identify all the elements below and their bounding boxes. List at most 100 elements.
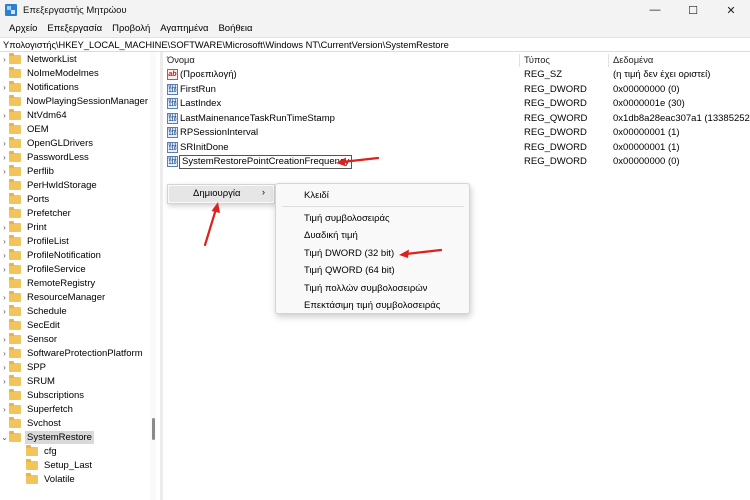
value-row[interactable]: ab (Προεπιλογή) REG_SZ (η τιμή δεν έχει ορι…: [163, 68, 750, 82]
tree-item-label: Svchost: [27, 417, 61, 429]
maximize-button[interactable]: ☐: [674, 0, 712, 20]
tree-item[interactable]: › SRUM: [0, 374, 150, 388]
submenu-qword-value[interactable]: Τιμή QWORD (64 bit): [304, 265, 395, 276]
expand-chevron-icon[interactable]: ›: [0, 139, 9, 148]
tree-item[interactable]: RemoteRegistry: [0, 276, 150, 290]
tree-item[interactable]: › Print: [0, 220, 150, 234]
menu-view[interactable]: Προβολή: [107, 23, 155, 34]
context-menu-new[interactable]: Δημιουργία ›: [169, 186, 273, 202]
value-row[interactable]: 011 110 SystemRestorePointCreationFrequen…: [163, 155, 750, 169]
tree-item-label: SoftwareProtectionPlatform: [27, 347, 143, 359]
tree-item[interactable]: Svchost: [0, 416, 150, 430]
menu-file[interactable]: Αρχείο: [4, 23, 42, 34]
submenu-multi-string-value[interactable]: Τιμή πολλών συμβολοσειρών: [304, 283, 427, 294]
expand-chevron-icon[interactable]: ›: [0, 307, 9, 316]
submenu-string-value[interactable]: Τιμή συμβολοσειράς: [304, 213, 390, 224]
tree-item[interactable]: › ProfileService: [0, 262, 150, 276]
tree-item[interactable]: › ProfileList: [0, 234, 150, 248]
tree-item[interactable]: NoImeModelmes: [0, 66, 150, 80]
tree-item[interactable]: Setup_Last: [0, 458, 150, 472]
tree-item[interactable]: › Sensor: [0, 332, 150, 346]
value-name: RPSessionInterval: [180, 127, 259, 138]
expand-chevron-icon[interactable]: ›: [0, 83, 9, 92]
expand-chevron-icon[interactable]: ›: [0, 405, 9, 414]
menu-help[interactable]: Βοήθεια: [213, 23, 257, 34]
folder-icon: [9, 319, 21, 330]
tree-item[interactable]: › Notifications: [0, 80, 150, 94]
tree-item[interactable]: › SoftwareProtectionPlatform: [0, 346, 150, 360]
column-header-name[interactable]: Όνομα: [167, 54, 195, 67]
tree-item[interactable]: ⌄ SystemRestore: [0, 430, 150, 444]
tree-item[interactable]: › NetworkList: [0, 52, 150, 66]
tree-item-label: RemoteRegistry: [27, 277, 96, 289]
address-bar[interactable]: Υπολογιστής\HKEY_LOCAL_MACHINE\SOFTWARE\…: [0, 37, 750, 52]
tree-item[interactable]: Subscriptions: [0, 388, 150, 402]
folder-icon: [26, 459, 38, 470]
value-row[interactable]: 011 110 FirstRun REG_DWORD 0x00000000 (0): [163, 83, 750, 97]
column-header-type[interactable]: Τύπος: [524, 54, 550, 67]
tree-item-label: ProfileList: [27, 235, 69, 247]
submenu-binary-value[interactable]: Δυαδική τιμή: [304, 230, 358, 241]
folder-icon: [9, 123, 21, 134]
value-name-edit-field[interactable]: SystemRestorePointCreationFrequency: [179, 155, 353, 169]
tree-item[interactable]: › PasswordLess: [0, 150, 150, 164]
tree-item[interactable]: PerHwIdStorage: [0, 178, 150, 192]
expand-chevron-icon[interactable]: ›: [0, 349, 9, 358]
tree-scrollbar[interactable]: [150, 52, 156, 500]
close-button[interactable]: ✕: [712, 0, 750, 20]
tree-item[interactable]: › OpenGLDrivers: [0, 136, 150, 150]
expand-chevron-icon[interactable]: ›: [0, 377, 9, 386]
tree-item[interactable]: › NtVdm64: [0, 108, 150, 122]
tree-scrollbar-thumb[interactable]: [151, 418, 155, 440]
expand-chevron-icon[interactable]: ›: [0, 251, 9, 260]
expand-chevron-icon[interactable]: ›: [0, 293, 9, 302]
value-type: REG_DWORD: [524, 83, 587, 95]
binary-value-icon: 011 110: [167, 127, 178, 138]
value-row[interactable]: 011 110 LastMainenanceTaskRunTimeStamp REG…: [163, 112, 750, 126]
key-tree[interactable]: › NetworkList NoImeModelmes › Notifications N…: [0, 52, 158, 500]
menu-bar: Αρχείο Επεξεργασία Προβολή Αγαπημένα Βοή…: [0, 20, 750, 37]
expand-chevron-icon[interactable]: ›: [0, 265, 9, 274]
tree-item[interactable]: OEM: [0, 122, 150, 136]
tree-item-label: Prefetcher: [27, 207, 71, 219]
tree-item[interactable]: › ResourceManager: [0, 290, 150, 304]
expand-chevron-icon[interactable]: ›: [0, 237, 9, 246]
tree-item[interactable]: Ports: [0, 192, 150, 206]
folder-icon: [9, 207, 21, 218]
submenu-expandable-string-value[interactable]: Επεκτάσιμη τιμή συμβολοσειράς: [304, 300, 440, 311]
expand-chevron-icon[interactable]: ›: [0, 223, 9, 232]
expand-chevron-icon[interactable]: ⌄: [0, 433, 9, 442]
submenu-key[interactable]: Κλειδί: [304, 190, 329, 201]
column-header-data[interactable]: Δεδομένα: [613, 54, 653, 67]
value-row[interactable]: 011 110 LastIndex REG_DWORD 0x0000001e (30): [163, 97, 750, 111]
menu-edit[interactable]: Επεξεργασία: [42, 23, 107, 34]
tree-item-label: NoImeModelmes: [27, 67, 99, 79]
tree-item[interactable]: › ProfileNotification: [0, 248, 150, 262]
expand-chevron-icon[interactable]: ›: [0, 111, 9, 120]
tree-item[interactable]: › Perflib: [0, 164, 150, 178]
tree-item[interactable]: SecEdit: [0, 318, 150, 332]
expand-chevron-icon[interactable]: ›: [0, 153, 9, 162]
tree-item-label: SPP: [27, 361, 47, 373]
tree-item[interactable]: › SPP: [0, 360, 150, 374]
tree-item[interactable]: › Schedule: [0, 304, 150, 318]
tree-item[interactable]: › Superfetch: [0, 402, 150, 416]
tree-item[interactable]: Prefetcher: [0, 206, 150, 220]
menu-favorites[interactable]: Αγαπημένα: [155, 23, 213, 34]
expand-chevron-icon[interactable]: ›: [0, 363, 9, 372]
expand-chevron-icon[interactable]: ›: [0, 167, 9, 176]
submenu-dword-value[interactable]: Τιμή DWORD (32 bit): [304, 248, 394, 259]
submenu-separator: [282, 206, 464, 207]
expand-chevron-icon[interactable]: ›: [0, 335, 9, 344]
tree-item[interactable]: Volatile: [0, 472, 150, 486]
expand-chevron-icon[interactable]: ›: [0, 55, 9, 64]
tree-item[interactable]: cfg: [0, 444, 150, 458]
value-row[interactable]: 011 110 RPSessionInterval REG_DWORD 0x00000…: [163, 126, 750, 140]
tree-item-label: SRUM: [27, 375, 55, 387]
minimize-button[interactable]: —: [636, 0, 674, 20]
column-divider[interactable]: [608, 54, 609, 67]
column-divider[interactable]: [519, 54, 520, 67]
value-row[interactable]: 011 110 SRInitDone REG_DWORD 0x00000001 (1): [163, 141, 750, 155]
folder-icon: [9, 249, 21, 260]
tree-item[interactable]: NowPlayingSessionManager: [0, 94, 150, 108]
